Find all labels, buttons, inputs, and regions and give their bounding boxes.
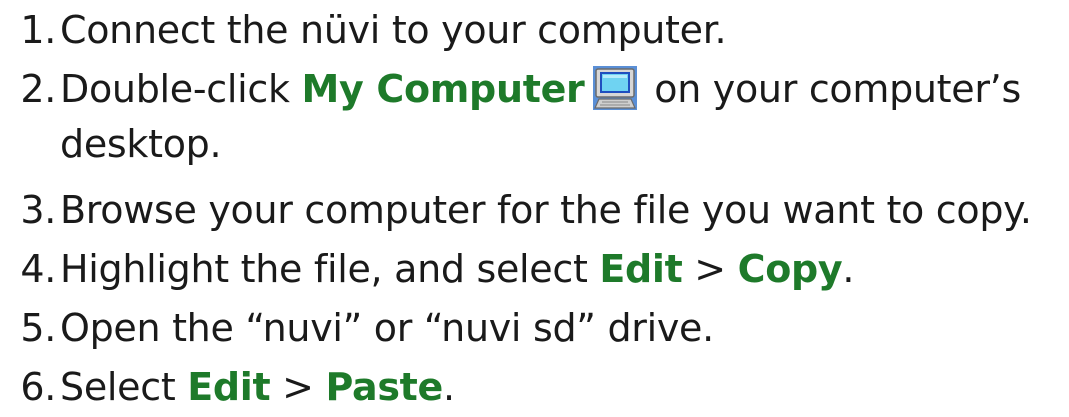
step-number: 2. bbox=[20, 67, 56, 111]
step-text: Highlight the file, and select bbox=[60, 247, 600, 291]
edit-menu-label: Edit bbox=[187, 365, 271, 409]
step-text: Select bbox=[60, 365, 188, 409]
step-4: 4. Highlight the file, and select Edit > … bbox=[0, 246, 854, 292]
menu-separator: > bbox=[682, 247, 738, 291]
step-text-after: on your computer’s bbox=[642, 67, 1021, 111]
step-number: 1. bbox=[20, 8, 56, 52]
step-number: 3. bbox=[20, 188, 56, 232]
step-text: Browse your computer for the file you wa… bbox=[60, 188, 1032, 232]
step-1: 1. Connect the nüvi to your computer. bbox=[0, 7, 726, 53]
edit-menu-label: Edit bbox=[599, 247, 683, 291]
step-text: Open the “nuvi” or “nuvi sd” drive. bbox=[60, 306, 714, 350]
step-text: Connect the nüvi to your computer. bbox=[60, 8, 727, 52]
step-2-continuation: desktop. bbox=[60, 122, 222, 166]
step-3: 3. Browse your computer for the file you … bbox=[0, 187, 1032, 233]
step-text-after: . bbox=[443, 365, 455, 409]
step-text-after: . bbox=[842, 247, 855, 291]
step-6: 6. Select Edit > Paste. bbox=[0, 364, 455, 410]
step-5: 5. Open the “nuvi” or “nuvi sd” drive. bbox=[0, 305, 714, 351]
step-number: 6. bbox=[20, 365, 56, 409]
step-number: 5. bbox=[20, 306, 56, 350]
menu-separator: > bbox=[270, 365, 326, 409]
step-text: Double-click bbox=[60, 67, 302, 111]
paste-command-label: Paste bbox=[325, 365, 444, 409]
step-2: 2. Double-click My Computer on your compu… bbox=[0, 66, 1021, 112]
my-computer-icon bbox=[592, 66, 637, 110]
copy-command-label: Copy bbox=[737, 247, 843, 291]
my-computer-label: My Computer bbox=[301, 67, 585, 111]
step-number: 4. bbox=[20, 247, 56, 291]
